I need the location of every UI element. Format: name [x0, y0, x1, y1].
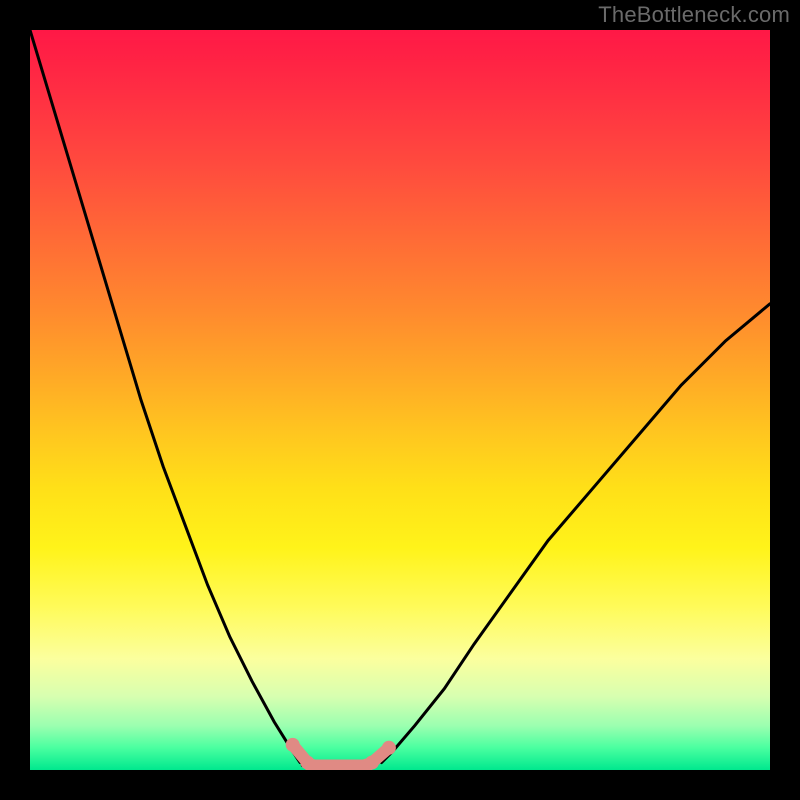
- marker-dot: [286, 738, 300, 752]
- chart-frame: TheBottleneck.com: [0, 0, 800, 800]
- right-curve: [382, 304, 771, 763]
- marker-dot: [382, 741, 396, 755]
- curve-layer: [30, 30, 770, 770]
- plot-area: [30, 30, 770, 770]
- left-curve: [30, 30, 300, 763]
- marker-dot: [365, 756, 379, 770]
- watermark-text: TheBottleneck.com: [598, 2, 790, 28]
